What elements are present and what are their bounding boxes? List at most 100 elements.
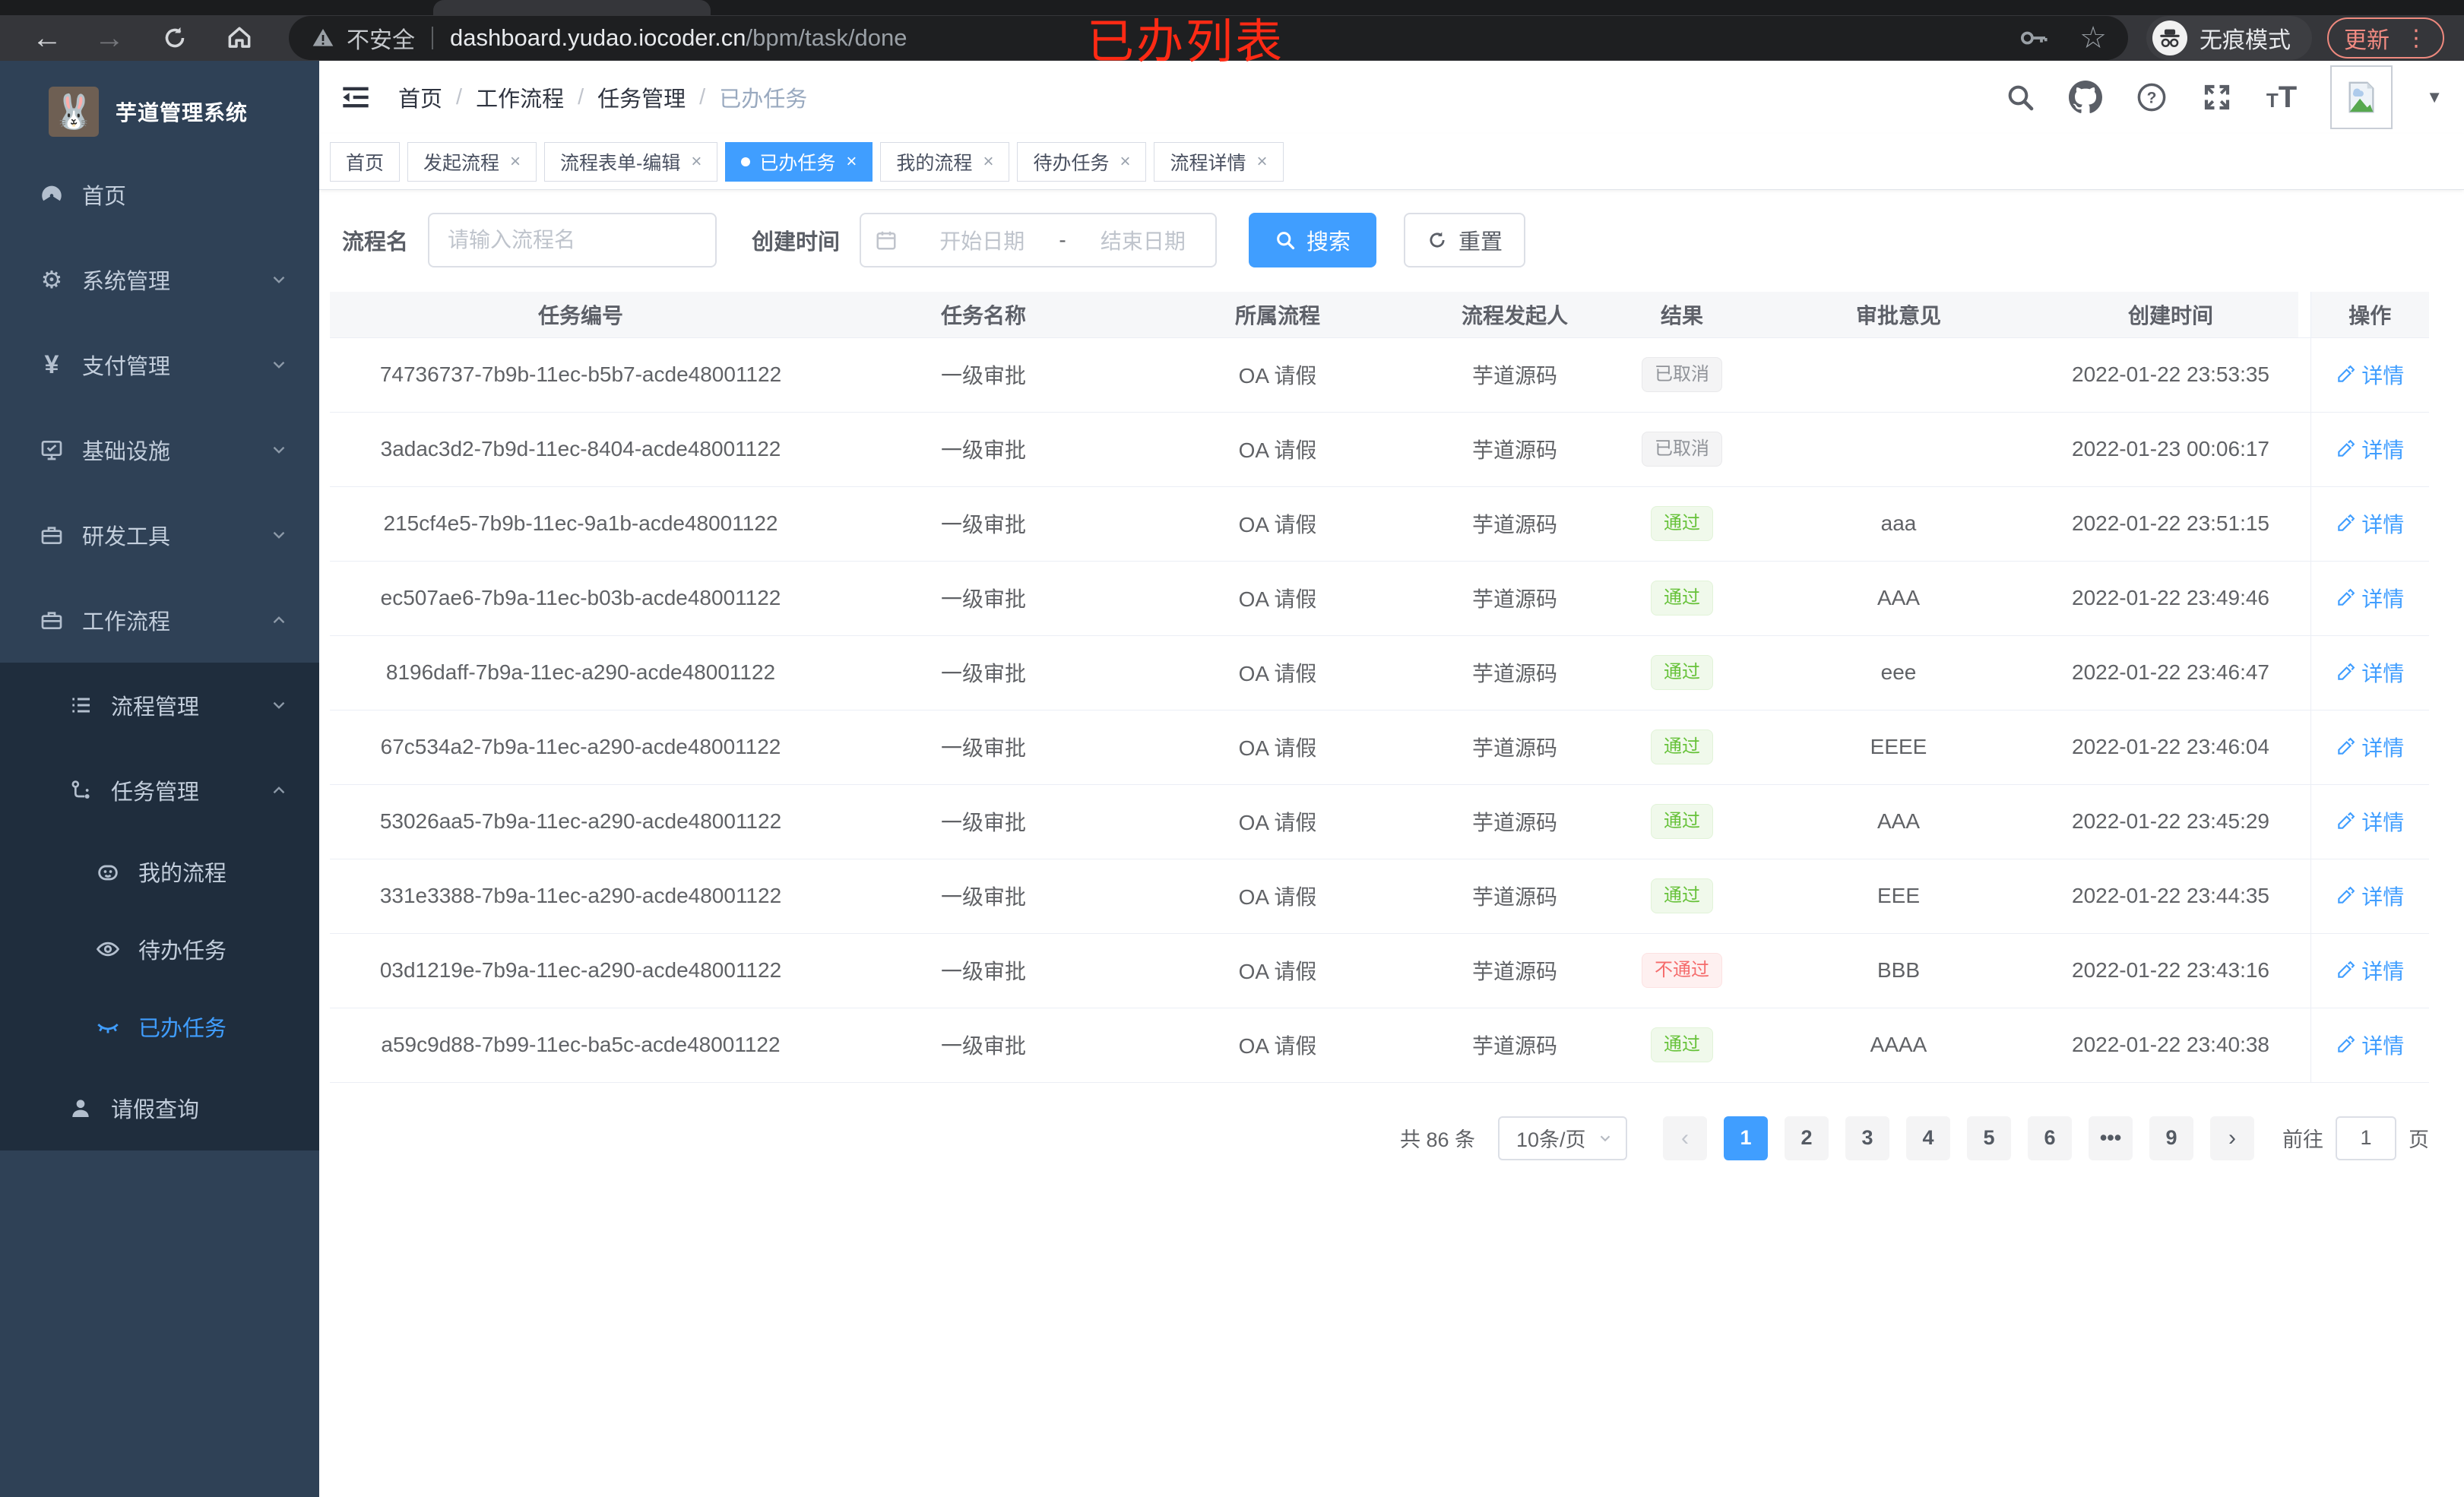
cell-result: 通过 (1610, 486, 1754, 562)
cell-result: 通过 (1610, 784, 1754, 859)
page-button-2[interactable]: 2 (1785, 1116, 1829, 1160)
prev-page-button[interactable]: ‹ (1663, 1116, 1707, 1160)
page-button-6[interactable]: 6 (2028, 1116, 2072, 1160)
sidebar-item-基础设施[interactable]: 基础设施 (0, 407, 319, 492)
browser-active-tab[interactable] (433, 0, 711, 15)
help-icon[interactable]: ? (2136, 81, 2168, 113)
avatar[interactable] (2330, 65, 2393, 129)
detail-link[interactable]: 详情 (2336, 732, 2404, 762)
tab-待办任务[interactable]: 待办任务 × (1017, 141, 1147, 182)
sidebar-item-请假查询[interactable]: 请假查询 (0, 1065, 319, 1150)
column-header-创建时间: 创建时间 (2043, 292, 2298, 338)
sidebar-item-任务管理[interactable]: 任务管理 (0, 748, 319, 833)
tab-流程详情[interactable]: 流程详情 × (1154, 141, 1284, 182)
cell-created: 2022-01-22 23:45:29 (2043, 784, 2298, 859)
detail-link[interactable]: 详情 (2336, 1030, 2404, 1060)
browser-update-button[interactable]: 更新 ⋮ (2327, 17, 2444, 59)
status-badge: 已取消 (1642, 357, 1722, 392)
cell-result: 通过 (1610, 635, 1754, 711)
cell-created: 2022-01-22 23:51:15 (2043, 486, 2298, 562)
cell-comment: AAAA (1754, 1008, 2043, 1083)
page-ellipsis[interactable]: ••• (2089, 1116, 2133, 1160)
sidebar-item-支付管理[interactable]: ¥ 支付管理 (0, 322, 319, 407)
page-button-3[interactable]: 3 (1845, 1116, 1889, 1160)
cell-result: 通过 (1610, 710, 1754, 785)
close-icon[interactable]: × (1257, 151, 1268, 172)
close-icon[interactable]: × (1120, 151, 1130, 172)
sidebar-item-待办任务[interactable]: 待办任务 (0, 910, 319, 988)
close-icon[interactable]: × (691, 151, 702, 172)
status-badge: 通过 (1651, 878, 1713, 913)
sidebar-item-首页[interactable]: 首页 (0, 152, 319, 237)
app-title: 芋道管理系统 (116, 101, 249, 125)
page-button-5[interactable]: 5 (1967, 1116, 2011, 1160)
sidebar-item-研发工具[interactable]: 研发工具 (0, 492, 319, 578)
page-size-select[interactable]: 10条/页 (1498, 1116, 1627, 1160)
sidebar-logo-row[interactable]: 🐰 芋道管理系统 (0, 61, 319, 144)
detail-link[interactable]: 详情 (2336, 508, 2404, 539)
cell-created: 2022-01-23 00:06:17 (2043, 412, 2298, 487)
breadcrumb-item-首页[interactable]: 首页 (398, 81, 442, 113)
column-header-任务名称: 任务名称 (831, 292, 1135, 338)
status-badge: 通过 (1651, 506, 1713, 541)
browser-menu-dots-icon[interactable]: ⋮ (2405, 25, 2428, 52)
breadcrumb-item-任务管理[interactable]: 任务管理 (597, 81, 686, 113)
goto-page-input[interactable] (2336, 1116, 2396, 1160)
close-icon[interactable]: × (983, 151, 993, 172)
breadcrumb-item-工作流程[interactable]: 工作流程 (476, 81, 564, 113)
tab-我的流程[interactable]: 我的流程 × (880, 141, 1010, 182)
sidebar-item-工作流程[interactable]: 工作流程 (0, 578, 319, 663)
start-date-placeholder[interactable]: 开始日期 (910, 225, 1054, 255)
detail-link[interactable]: 详情 (2336, 955, 2404, 986)
column-header-流程发起人: 流程发起人 (1420, 292, 1610, 338)
cell-task-name: 一级审批 (831, 412, 1135, 487)
back-icon[interactable]: ← (32, 23, 62, 53)
next-page-button[interactable]: › (2210, 1116, 2254, 1160)
detail-link[interactable]: 详情 (2336, 806, 2404, 837)
bookmark-star-icon[interactable]: ☆ (2079, 23, 2107, 53)
url-text[interactable]: dashboard.yudao.iocoder.cn/bpm/task/done (450, 24, 907, 52)
cell-task-id: 8196daff-7b9a-11ec-a290-acde48001122 (330, 635, 831, 711)
detail-link[interactable]: 详情 (2336, 434, 2404, 464)
github-icon[interactable] (2068, 81, 2102, 114)
tab-label: 发起流程 (423, 152, 500, 174)
sidebar-item-流程管理[interactable]: 流程管理 (0, 663, 319, 748)
date-range-picker[interactable]: 开始日期 - 结束日期 (860, 213, 1218, 267)
sidebar-item-已办任务[interactable]: 已办任务 (0, 988, 319, 1065)
sidebar-item-系统管理[interactable]: ⚙ 系统管理 (0, 237, 319, 322)
end-date-placeholder[interactable]: 结束日期 (1071, 225, 1215, 255)
not-secure-label[interactable]: 不安全 (347, 21, 415, 55)
page-button-9[interactable]: 9 (2149, 1116, 2193, 1160)
detail-link[interactable]: 详情 (2336, 881, 2404, 911)
search-icon[interactable] (2005, 82, 2035, 112)
detail-link[interactable]: 详情 (2336, 359, 2404, 390)
home-icon[interactable] (225, 24, 254, 52)
fullscreen-icon[interactable] (2201, 81, 2233, 113)
forward-icon[interactable]: → (94, 23, 125, 53)
not-secure-warning-icon[interactable] (310, 26, 336, 50)
close-icon[interactable]: × (846, 151, 857, 172)
avatar-caret-icon[interactable]: ▼ (2426, 87, 2443, 107)
reset-button[interactable]: 重置 (1404, 213, 1526, 267)
font-size-icon[interactable]: TT (2266, 81, 2297, 115)
page-button-1[interactable]: 1 (1724, 1116, 1768, 1160)
tab-发起流程[interactable]: 发起流程 × (407, 141, 537, 182)
reload-icon[interactable] (161, 24, 188, 52)
detail-link[interactable]: 详情 (2336, 657, 2404, 688)
key-icon[interactable] (2019, 25, 2049, 51)
sidebar-item-label: 我的流程 (138, 862, 227, 886)
detail-link[interactable]: 详情 (2336, 583, 2404, 613)
tab-label: 首页 (346, 152, 385, 174)
tab-首页[interactable]: 首页 (330, 141, 401, 182)
process-name-input[interactable] (428, 213, 717, 267)
close-icon[interactable]: × (510, 151, 521, 172)
cell-task-name: 一级审批 (831, 710, 1135, 785)
tab-已办任务[interactable]: 已办任务 × (725, 141, 873, 182)
status-badge: 通过 (1651, 1027, 1713, 1062)
cell-starter: 芋道源码 (1420, 635, 1610, 711)
sidebar-fold-icon[interactable] (340, 84, 371, 110)
tab-流程表单-编辑[interactable]: 流程表单-编辑 × (544, 141, 718, 182)
sidebar-item-我的流程[interactable]: 我的流程 (0, 833, 319, 910)
search-button[interactable]: 搜索 (1249, 213, 1377, 267)
page-button-4[interactable]: 4 (1906, 1116, 1950, 1160)
